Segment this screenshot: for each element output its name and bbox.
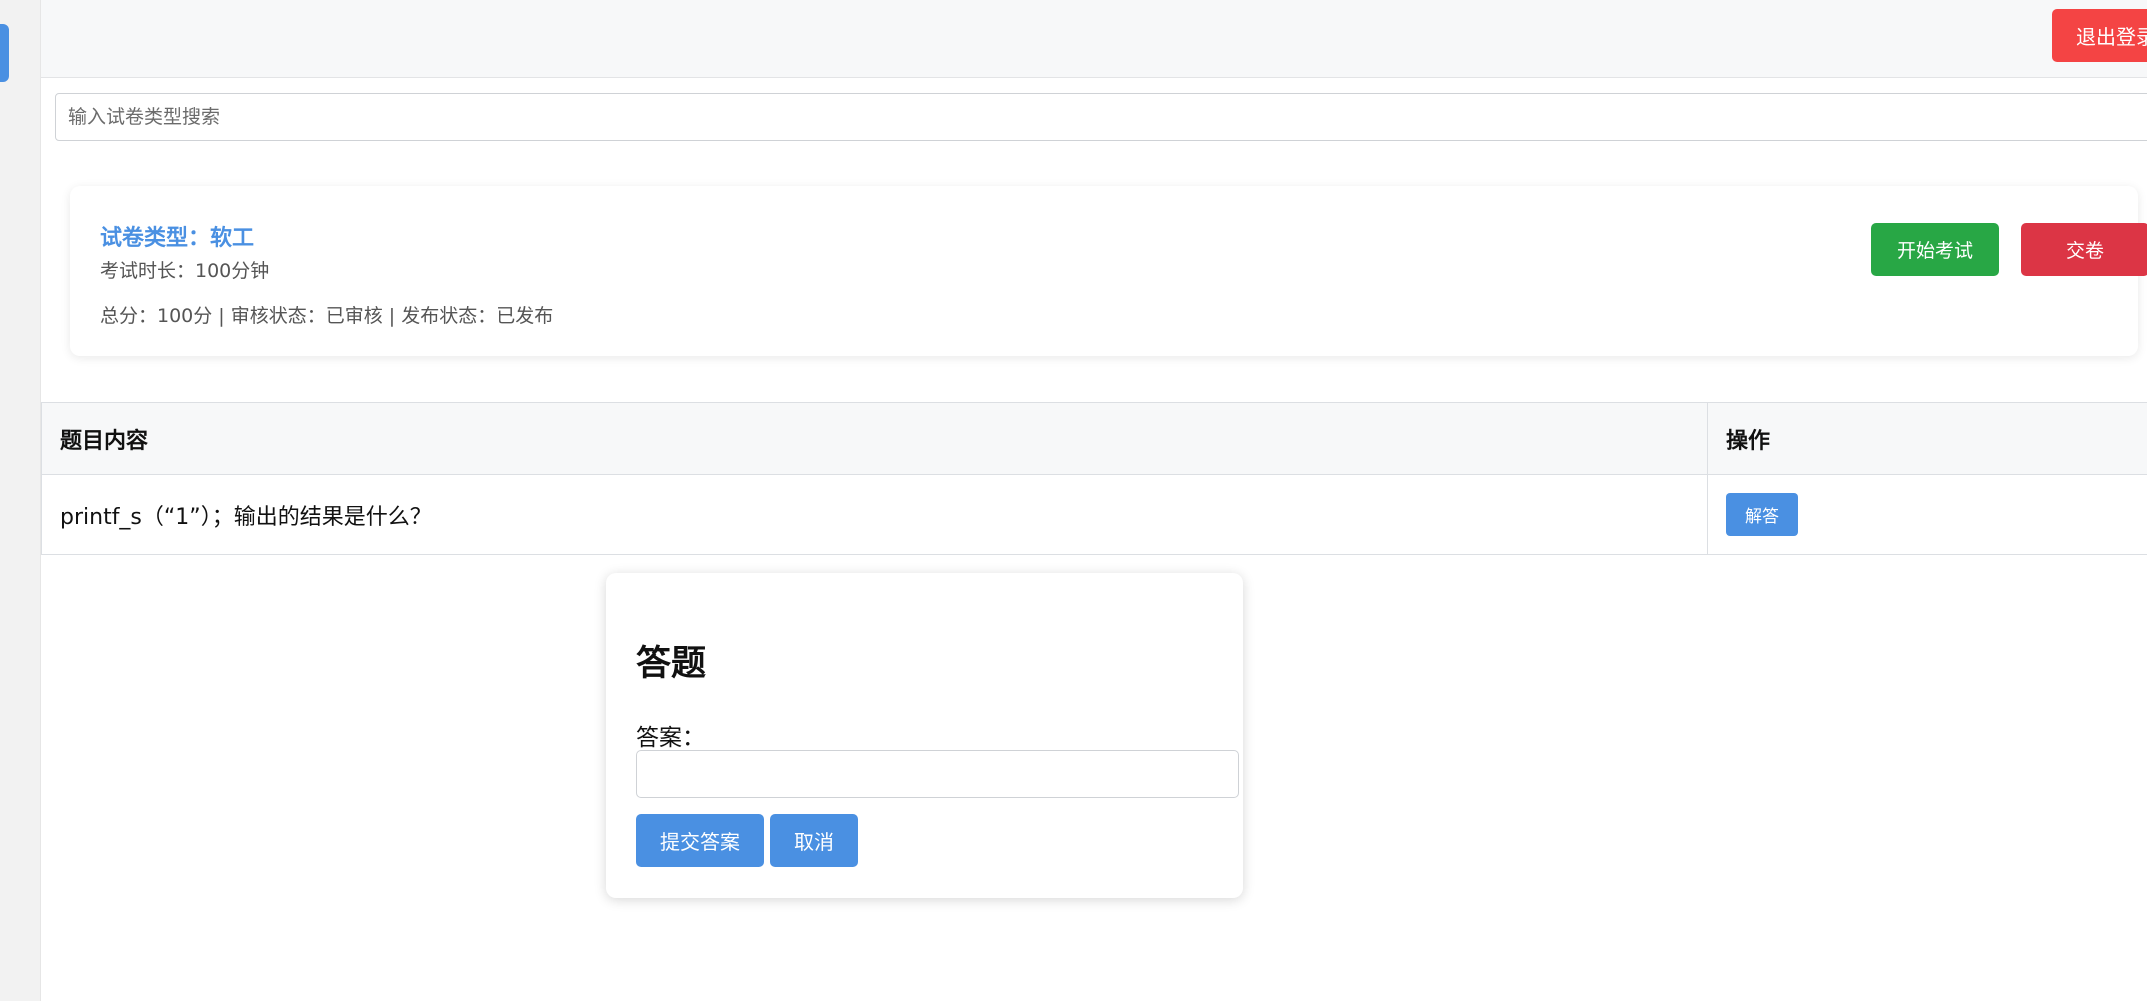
answer-modal: 答题 答案： 提交答案 取消 <box>606 573 1243 898</box>
answer-button[interactable]: 解答 <box>1726 493 1798 536</box>
answer-label: 答案： <box>636 725 705 751</box>
question-content: printf_s（“1”）；输出的结果是什么？ <box>41 474 1708 555</box>
question-table: 题目内容 操作 printf_s（“1”）；输出的结果是什么？ 解答 <box>41 402 2147 555</box>
exam-type-title: 试卷类型：软工 <box>100 226 255 251</box>
answer-input[interactable] <box>636 750 1239 798</box>
column-header-action: 操作 <box>1707 402 2147 475</box>
sidebar <box>0 0 41 1001</box>
submit-exam-button[interactable]: 交卷 <box>2021 223 2147 276</box>
modal-title: 答题 <box>636 644 707 684</box>
top-header: 退出登录 <box>41 0 2147 78</box>
column-header-question: 题目内容 <box>41 402 1708 475</box>
exam-duration: 考试时长：100分钟 <box>100 260 270 282</box>
cancel-button[interactable]: 取消 <box>770 814 858 867</box>
sidebar-toggle-handle[interactable] <box>0 24 9 82</box>
exam-card: 试卷类型：软工 考试时长：100分钟 总分：100分 | 审核状态：已审核 | … <box>70 186 2147 356</box>
logout-button[interactable]: 退出登录 <box>2052 9 2147 62</box>
table-row: printf_s（“1”）；输出的结果是什么？ 解答 <box>41 474 2147 555</box>
start-exam-button[interactable]: 开始考试 <box>1871 223 1999 276</box>
search-input[interactable] <box>55 93 2147 141</box>
action-cell: 解答 <box>1707 474 2147 555</box>
submit-answer-button[interactable]: 提交答案 <box>636 814 764 867</box>
exam-meta-info: 总分：100分 | 审核状态：已审核 | 发布状态：已发布 <box>100 305 554 327</box>
table-header-row: 题目内容 操作 <box>41 402 2147 475</box>
